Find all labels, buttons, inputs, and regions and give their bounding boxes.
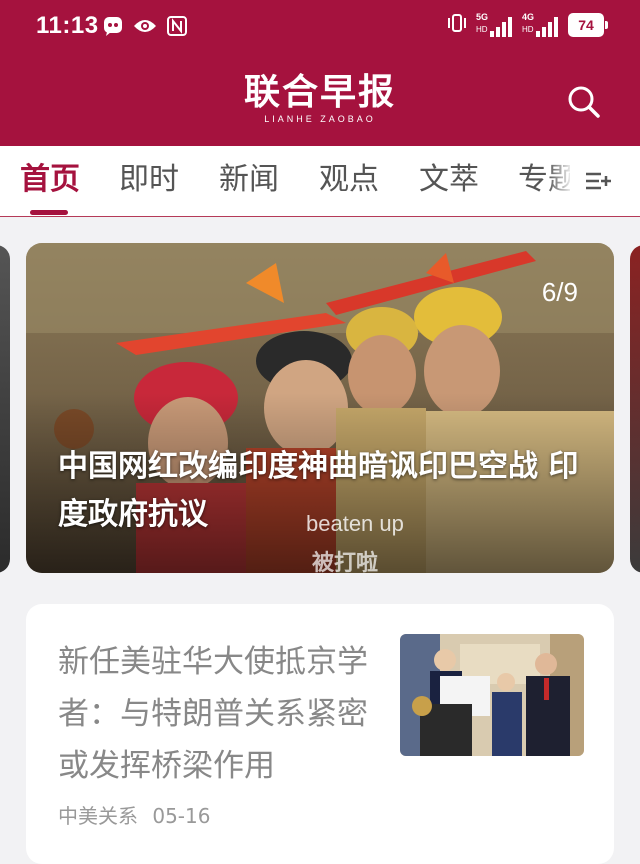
status-bar: 11:13 5G HD 4G HD 74	[0, 0, 640, 56]
photo-thumbnail[interactable]	[400, 634, 584, 756]
category-tabs: 首页 即时 新闻 观点 文萃 专题	[0, 146, 640, 217]
chat-notification-icon	[101, 14, 125, 38]
tab-digest[interactable]: 文萃	[419, 160, 479, 200]
hero-carousel-slide[interactable]: beaten up 被打啦 6/9 中国网红改编印度神曲暗讽印巴空战 印度政府抗…	[26, 243, 614, 573]
battery-icon: 74	[568, 13, 608, 37]
news-card-title[interactable]: 新任美驻华大使抵京学者：与特朗普关系紧密或发挥桥梁作用	[58, 636, 388, 792]
app-header: 11:13 5G HD 4G HD 74 联合早报 LIANHE ZAOBAO	[0, 0, 640, 146]
carousel-next-slide[interactable]	[630, 245, 640, 573]
news-card-category[interactable]: 中美关系	[58, 804, 138, 828]
slide-counter: 6/9	[541, 277, 578, 307]
tab-opinion[interactable]: 观点	[319, 160, 379, 200]
hero-headline[interactable]: 中国网红改编印度神曲暗讽印巴空战 印度政府抗议	[58, 443, 588, 539]
vibrate-icon	[446, 13, 468, 37]
signal-5g-icon: 5G HD	[476, 12, 514, 38]
news-card[interactable]: 新任美驻华大使抵京学者：与特朗普关系紧密或发挥桥梁作用 中美关系 05-16	[26, 604, 614, 864]
signal-4g-icon: 4G HD	[522, 12, 560, 38]
logo-chinese: 联合早报	[243, 71, 396, 113]
news-card-date: 05-16	[152, 804, 211, 828]
tab-menu-icon[interactable]	[584, 166, 614, 196]
carousel-prev-slide[interactable]	[0, 245, 10, 573]
tab-instant[interactable]: 即时	[119, 160, 179, 200]
tab-news[interactable]: 新闻	[219, 160, 279, 200]
nfc-icon	[165, 14, 189, 38]
tab-fade-overlay	[548, 150, 584, 210]
tab-home[interactable]: 首页	[20, 160, 80, 200]
app-logo: 联合早报 LIANHE ZAOBAO	[0, 72, 640, 124]
eye-icon	[133, 14, 157, 38]
active-tab-indicator	[30, 210, 68, 215]
status-time: 11:13	[36, 12, 99, 39]
logo-english: LIANHE ZAOBAO	[264, 114, 376, 124]
news-card-meta: 中美关系 05-16	[58, 800, 218, 829]
video-subtitle-cn: 被打啦	[312, 551, 379, 573]
search-icon[interactable]	[566, 84, 602, 120]
